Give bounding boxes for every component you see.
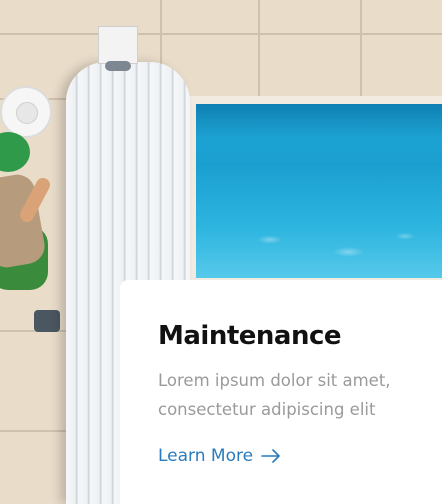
pool-water: [196, 104, 442, 278]
skimmer-lid: [0, 86, 52, 138]
learn-more-label: Learn More: [158, 446, 254, 466]
tool: [34, 310, 60, 332]
learn-more-link[interactable]: Learn More: [158, 446, 281, 466]
roller-motor-box: [98, 26, 138, 71]
arrow-right-icon: [261, 449, 280, 463]
service-card: Maintenance Lorem ipsum dolor sit amet, …: [120, 280, 442, 504]
card-title: Maintenance: [158, 321, 342, 351]
card-description: Lorem ipsum dolor sit amet, consectetur …: [158, 371, 391, 419]
